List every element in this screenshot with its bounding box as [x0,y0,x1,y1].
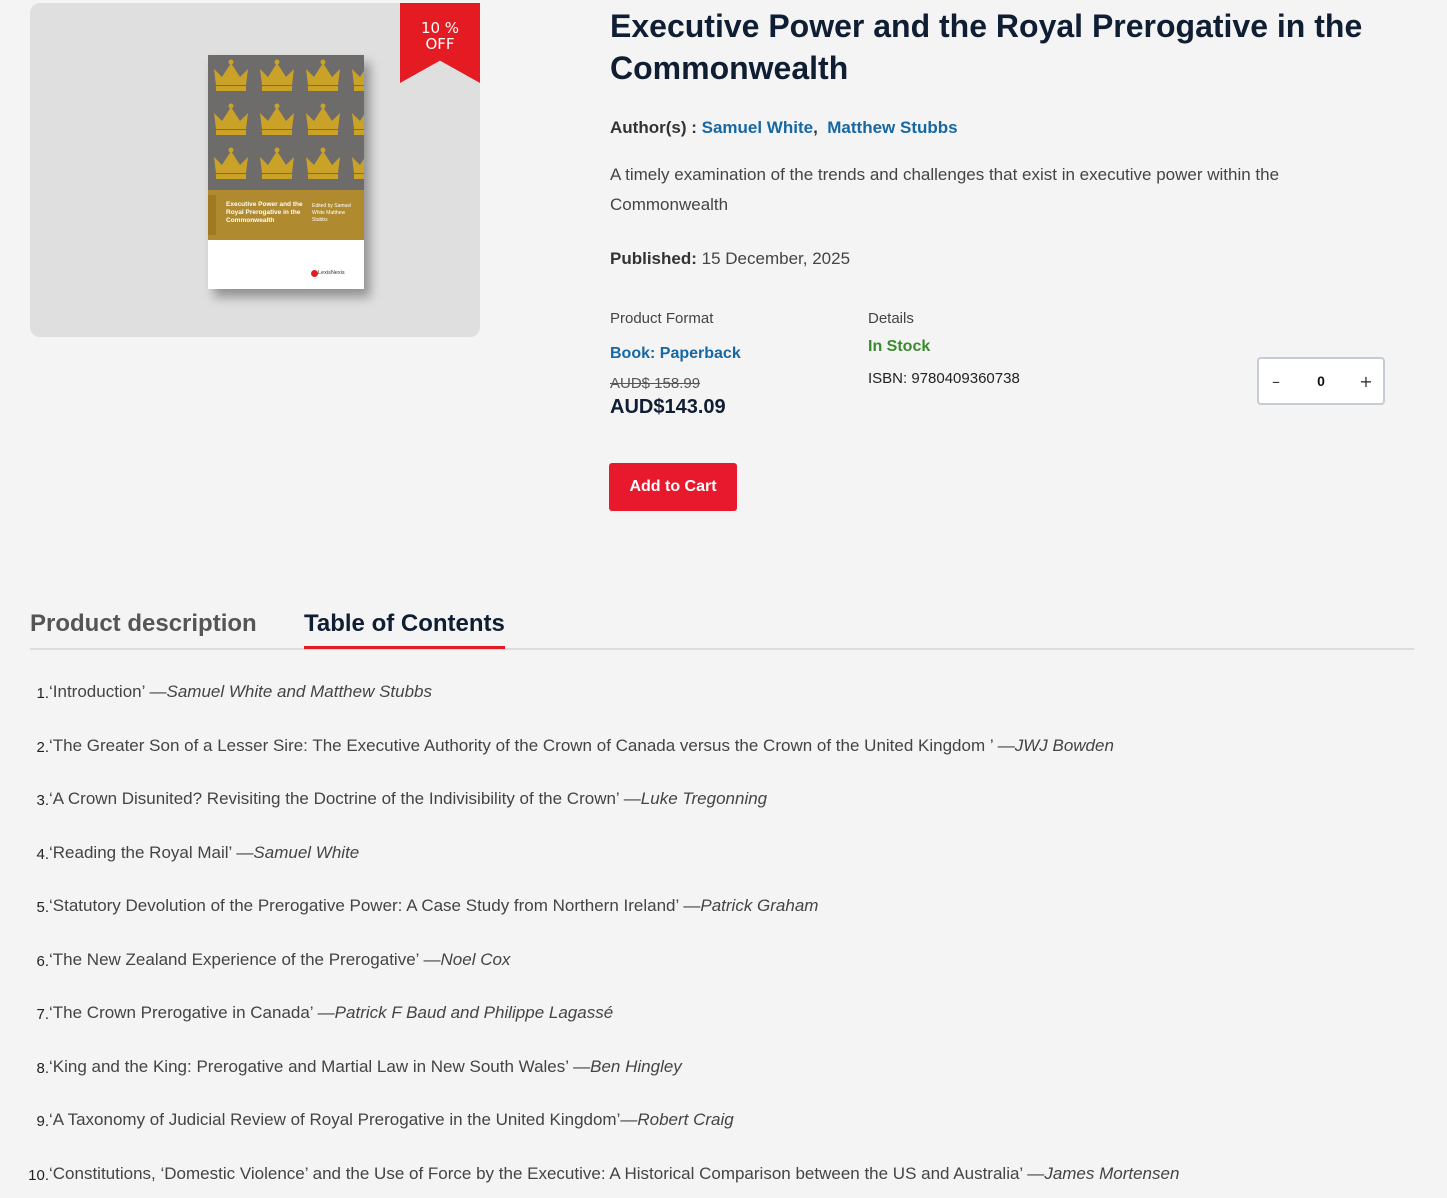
toc-chapter-author: James Mortensen [1044,1163,1180,1183]
toc-number: 3. [36,792,49,809]
original-price: AUD$ 158.99 [610,375,701,392]
published-line: Published: 15 December, 2025 [610,249,850,269]
qty-minus-button[interactable]: – [1259,359,1293,403]
tab-table-of-contents[interactable]: Table of Contents [304,610,505,649]
toc-chapter-title: ‘A Taxonomy of Judicial Review of Royal … [49,1110,638,1129]
toc-item: 6. ‘The New Zealand Experience of the Pre… [22,950,1422,1004]
product-format-label: Product Format [610,310,714,327]
toc-chapter-title: ‘Constitutions, ‘Domestic Violence’ and … [49,1163,1045,1183]
table-of-contents-list: 1. ‘Introduction’ — Samuel White and Matt… [22,682,1422,1198]
toc-item: 1. ‘Introduction’ — Samuel White and Matt… [22,682,1422,736]
toc-chapter-author: Luke Tregonning [640,789,768,808]
published-label: Published: [610,249,697,268]
qty-plus-button[interactable]: + [1349,359,1383,403]
cover-publisher: LexisNexis [318,270,345,276]
toc-chapter-title: ‘The Crown Prerogative in Canada’ — [49,1003,335,1022]
author-link-samuel-white[interactable]: Samuel White [702,118,813,137]
product-summary: A timely examination of the trends and c… [610,165,1280,214]
toc-item: 5. ‘Statutory Devolution of the Prerogati… [22,896,1422,950]
product-title: Executive Power and the Royal Prerogativ… [610,8,1363,86]
authors-label: Author(s) : [610,118,697,137]
toc-item: 9. ‘A Taxonomy of Judicial Review of Roya… [22,1110,1422,1164]
toc-chapter-author: Patrick F Baud and Philippe Lagassé [334,1003,614,1022]
toc-item: 8. ‘King and the King: Prerogative and Ma… [22,1057,1422,1111]
toc-chapter-title: ‘King and the King: Prerogative and Mart… [49,1056,591,1076]
toc-number: 8. [36,1059,49,1077]
author-separator: , [813,118,818,137]
toc-chapter-author: Ben Hingley [590,1056,682,1076]
toc-chapter-author: JWJ Bowden [1014,735,1114,755]
toc-number: 2. [36,738,49,756]
sale-price: AUD$143.09 [610,396,726,418]
cover-editors: Edited by Samuel White Matthew Stubbs [312,203,352,223]
author-link-matthew-stubbs[interactable]: Matthew Stubbs [827,118,957,137]
toc-item: 10. ‘Constitutions, ‘Domestic Violence’ a… [22,1164,1422,1198]
authors-line: Author(s) : Samuel White, Matthew Stubbs [610,118,958,138]
toc-number: 1. [36,685,49,702]
product-format-value[interactable]: Book: Paperback [610,345,741,363]
add-to-cart-button[interactable]: Add to Cart [609,463,737,511]
toc-item: 7. ‘The Crown Prerogative in Canada’ — Pa… [22,1003,1422,1057]
toc-chapter-title: ‘Statutory Devolution of the Prerogative… [49,896,701,915]
cover-title: Executive Power and the Royal Prerogativ… [226,201,303,224]
toc-item: 3. ‘A Crown Disunited? Revisiting the Doc… [22,789,1422,843]
quantity-stepper: – + [1257,357,1385,405]
published-date: 15 December, 2025 [701,249,851,268]
toc-chapter-title: ‘Introduction’ — [49,682,167,701]
book-cover-art [208,55,364,289]
toc-chapter-title: ‘The Greater Son of a Lesser Sire: The E… [49,735,1015,755]
discount-badge-percent: 10 % [420,19,460,37]
toc-number: 10. [28,1166,49,1184]
toc-chapter-author: Robert Craig [637,1110,734,1129]
toc-chapter-author: Noel Cox [440,949,511,969]
stock-status: In Stock [868,338,931,355]
toc-chapter-title: ‘The New Zealand Experience of the Prero… [49,949,441,969]
toc-number: 4. [36,845,49,863]
toc-chapter-author: Patrick Graham [700,896,819,915]
toc-number: 7. [36,1006,49,1023]
book-cover-image[interactable]: Executive Power and the Royal Prerogativ… [208,55,364,289]
details-label: Details [868,310,914,327]
toc-number: 9. [36,1113,49,1130]
toc-chapter-author: Samuel White [253,842,360,862]
toc-item: 2. ‘The Greater Son of a Lesser Sire: The… [22,736,1422,790]
toc-item: 4. ‘Reading the Royal Mail’ — Samuel Whit… [22,843,1422,897]
toc-number: 6. [36,952,49,970]
toc-number: 5. [36,899,49,916]
toc-chapter-title: ‘Reading the Royal Mail’ — [49,842,254,862]
quantity-input[interactable] [1293,373,1349,389]
toc-chapter-title: ‘A Crown Disunited? Revisiting the Doctr… [49,789,641,808]
toc-chapter-author: Samuel White and Matthew Stubbs [166,682,433,701]
publisher-logo-icon [311,270,318,277]
discount-badge-off: OFF [425,35,455,53]
isbn: ISBN: 9780409360738 [868,370,1020,387]
tab-product-description[interactable]: Product description [30,610,257,646]
product-tabs: Product description Table of Contents [30,606,1414,650]
